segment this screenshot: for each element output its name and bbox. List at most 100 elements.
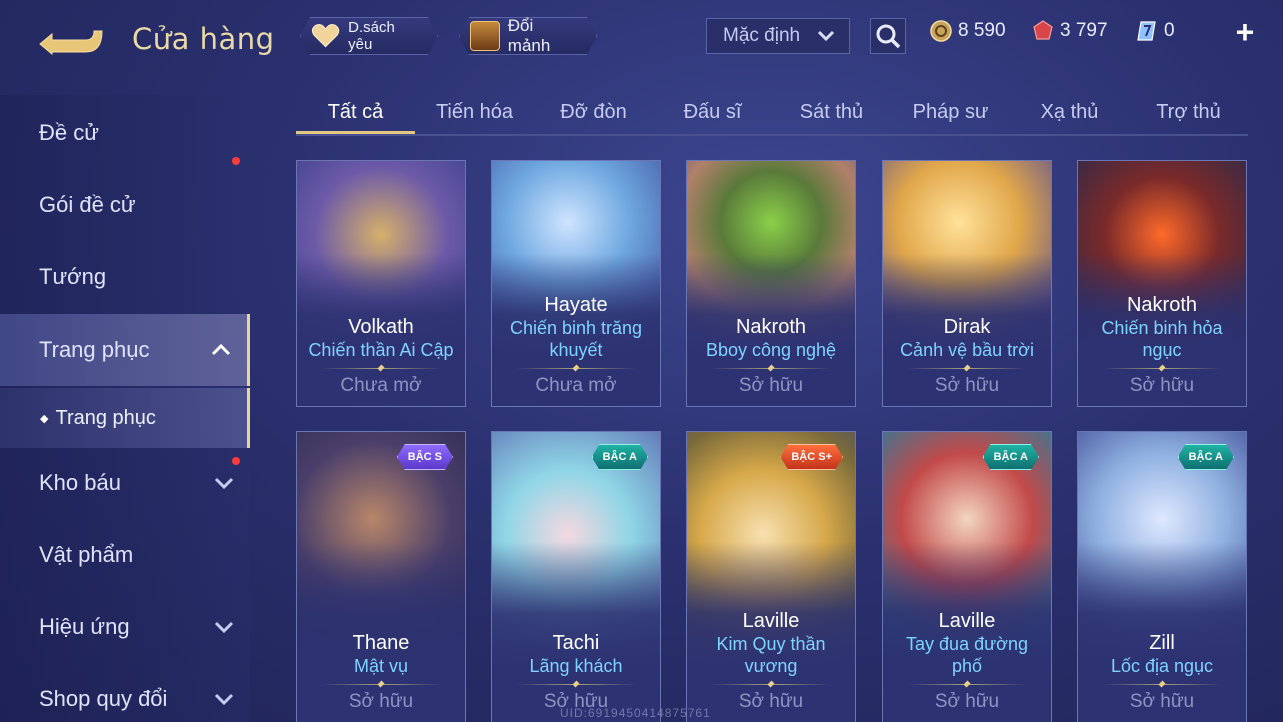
gold-coin-icon — [930, 20, 952, 42]
rank-badge: BẬC S — [397, 444, 453, 470]
sidebar-item-label: Hiệu ứng — [39, 614, 130, 639]
role-tabs: Tất cả Tiến hóa Đỡ đòn Đấu sĩ Sát thủ Ph… — [296, 90, 1248, 136]
ownership-status: Chưa mở — [535, 375, 617, 396]
skin-name: Chiến thần Ai Cập — [308, 340, 454, 360]
sidebar-subitem-label: Trang phục — [55, 406, 156, 429]
divider — [321, 684, 441, 685]
skin-card-info: Nakroth Chiến binh hỏa ngục Sở hữu — [1078, 293, 1246, 406]
chevron-down-icon — [817, 30, 835, 42]
rank-badge: BẬC S+ — [780, 444, 843, 470]
favorites-label: D.sách yêu — [348, 19, 395, 53]
tab-fighter[interactable]: Đấu sĩ — [653, 90, 772, 134]
sort-dropdown[interactable]: Mặc định — [706, 18, 850, 54]
skin-name: Chiến binh hỏa ngục — [1101, 318, 1223, 360]
skin-card[interactable]: BẬC A Zill Lốc địa ngục Sở hữu — [1077, 431, 1247, 722]
skin-name: Mật vụ — [353, 656, 409, 676]
chevron-down-icon — [214, 621, 234, 633]
hero-name: Dirak — [943, 316, 991, 338]
hero-name: Laville — [742, 610, 800, 632]
chevron-down-icon — [214, 693, 234, 705]
sidebar-subitem-skins[interactable]: ◆ Trang phục — [0, 388, 250, 448]
tab-evolution[interactable]: Tiến hóa — [415, 90, 534, 134]
skin-grid: Volkath Chiến thần Ai Cập Chưa mở Hayate… — [296, 160, 1248, 722]
divider — [516, 684, 636, 685]
chest-icon — [470, 21, 500, 51]
divider — [1102, 368, 1222, 369]
chevron-up-icon — [211, 344, 231, 356]
skin-card[interactable]: Hayate Chiến binh trăng khuyết Chưa mở — [491, 160, 661, 407]
shard-exchange-label: Đổi mảnh — [507, 16, 551, 55]
ownership-status: Sở hữu — [934, 691, 1000, 712]
sidebar-item-label: Shop quy đổi — [39, 686, 168, 711]
skin-name: Lãng khách — [529, 656, 623, 676]
favorites-button[interactable]: D.sách yêu — [300, 17, 438, 55]
hero-name: Zill — [1149, 632, 1175, 654]
sidebar-item-treasure[interactable]: Kho báu — [0, 447, 250, 519]
skin-card[interactable]: BẬC A Tachi Lãng khách Sở hữu — [491, 431, 661, 722]
skin-card[interactable]: BẬC S+ Laville Kim Quy thần vương Sở hữu — [686, 431, 856, 722]
search-button[interactable] — [870, 18, 906, 54]
sidebar-item-label: Gói đề cử — [39, 192, 136, 217]
hero-name: Thane — [352, 632, 410, 654]
back-arrow-icon — [39, 30, 103, 56]
voucher-icon — [1137, 21, 1156, 41]
sidebar-item-effects[interactable]: Hiệu ứng — [0, 591, 250, 663]
gold-balance: 8 590 — [930, 20, 1006, 42]
tab-all[interactable]: Tất cả — [296, 90, 415, 134]
skin-name: Bboy công nghệ — [705, 340, 837, 360]
hero-name: Volkath — [348, 316, 414, 338]
sidebar-item-heroes[interactable]: Tướng — [0, 241, 250, 313]
skin-card[interactable]: Dirak Cảnh vệ bầu trời Sở hữu — [882, 160, 1052, 407]
plus-icon[interactable]: + — [1230, 16, 1260, 48]
skin-card[interactable]: Nakroth Chiến binh hỏa ngục Sở hữu — [1077, 160, 1247, 407]
ownership-status: Sở hữu — [1129, 691, 1195, 712]
shard-exchange-button[interactable]: Đổi mảnh — [459, 17, 597, 55]
skin-card[interactable]: Nakroth Bboy công nghệ Sở hữu — [686, 160, 856, 407]
skin-name: Cảnh vệ bầu trời — [900, 340, 1034, 360]
divider — [321, 368, 441, 369]
sidebar-item-items[interactable]: Vật phẩm — [0, 519, 250, 591]
skin-name: Tay đua đường phố — [906, 634, 1028, 676]
sidebar-item-featured[interactable]: Đề cử — [0, 97, 250, 169]
sidebar-item-bundles[interactable]: Gói đề cử — [0, 157, 250, 241]
sidebar: Đề cử Gói đề cử Tướng Trang phục ◆ Trang… — [0, 95, 250, 722]
sidebar-item-label: Trang phục — [39, 337, 150, 362]
sidebar-item-skins[interactable]: Trang phục — [0, 314, 250, 386]
notification-dot — [232, 457, 240, 465]
skin-name: Lốc địa ngục — [1110, 656, 1214, 676]
back-button[interactable] — [38, 22, 104, 58]
hero-name: Tachi — [552, 632, 600, 654]
divider — [711, 368, 831, 369]
tab-support[interactable]: Trợ thủ — [1129, 90, 1248, 134]
divider — [907, 368, 1027, 369]
skin-name: Kim Quy thần vương — [716, 634, 826, 676]
tab-tank[interactable]: Đỡ đòn — [534, 90, 653, 134]
rank-badge: BẬC A — [1178, 444, 1234, 470]
hero-name: Laville — [938, 610, 996, 632]
ownership-status: Sở hữu — [738, 691, 804, 712]
hero-name: Hayate — [544, 294, 608, 316]
divider — [907, 684, 1027, 685]
skin-card-info: Thane Mật vụ Sở hữu — [297, 631, 465, 722]
skin-card[interactable]: BẬC S Thane Mật vụ Sở hữu — [296, 431, 466, 722]
ruby-gem-icon — [1033, 20, 1053, 40]
hero-name: Nakroth — [735, 316, 807, 338]
tab-assassin[interactable]: Sát thủ — [772, 90, 891, 134]
sidebar-item-exchange-shop[interactable]: Shop quy đổi — [0, 663, 250, 722]
divider — [711, 684, 831, 685]
skin-card[interactable]: Volkath Chiến thần Ai Cập Chưa mở — [296, 160, 466, 407]
tab-mage[interactable]: Pháp sư — [891, 90, 1010, 134]
voucher-balance: 0 — [1136, 20, 1175, 42]
gold-amount: 8 590 — [958, 20, 1006, 41]
skin-card-info: Dirak Cảnh vệ bầu trời Sở hữu — [883, 315, 1051, 406]
notification-dot — [232, 157, 240, 165]
skin-card[interactable]: BẬC A Laville Tay đua đường phố Sở hữu — [882, 431, 1052, 722]
gem-balance: 3 797 — [1032, 20, 1108, 42]
skin-card-info: Laville Tay đua đường phố Sở hữu — [883, 609, 1051, 722]
heart-icon — [311, 23, 340, 49]
rank-badge: BẬC A — [592, 444, 648, 470]
chevron-down-icon — [214, 477, 234, 489]
tab-marksman[interactable]: Xạ thủ — [1010, 90, 1129, 134]
sidebar-item-label: Đề cử — [39, 120, 99, 145]
bullet-icon: ◆ — [40, 412, 49, 425]
